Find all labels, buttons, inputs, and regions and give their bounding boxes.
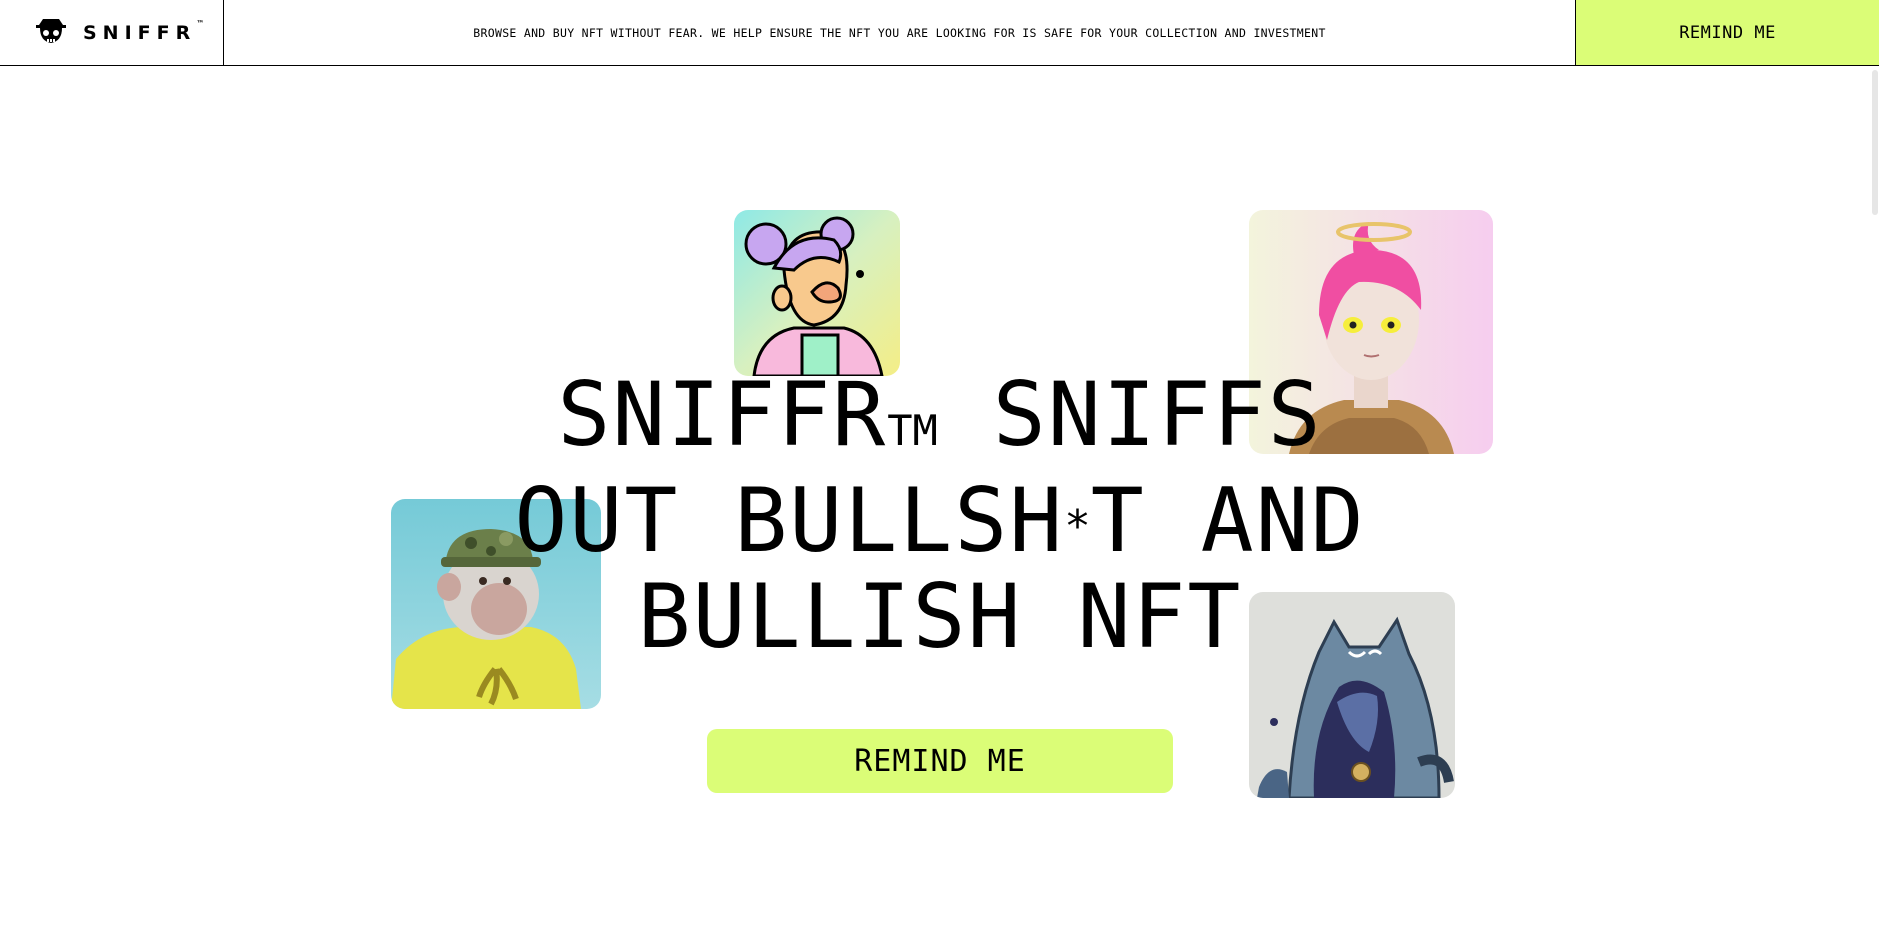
header-remind-me-button[interactable]: REMIND ME: [1575, 0, 1879, 65]
masked-skull-icon: [35, 16, 67, 50]
hero-line-1: SNIFFRTM SNIFFS: [557, 363, 1323, 466]
nft-cartoon-lilac-hair: [734, 210, 900, 376]
scrollbar-thumb[interactable]: [1872, 70, 1878, 215]
hero-line-3: BULLISH NFT: [637, 565, 1243, 669]
hero-line-2: OUT BULLSH*T AND: [514, 469, 1366, 572]
logo[interactable]: SNIFFR™: [0, 0, 224, 65]
hero-remind-me-button[interactable]: REMIND ME: [707, 729, 1173, 793]
asterisk-mark: *: [1064, 501, 1091, 553]
trademark-mark: TM: [887, 406, 938, 455]
tagline: BROWSE AND BUY NFT WITHOUT FEAR. WE HELP…: [473, 25, 1326, 40]
hero-headline: SNIFFRTM SNIFFS OUT BULLSH*T AND BULLISH…: [440, 370, 1440, 662]
logo-wordmark: SNIFFR™: [83, 18, 205, 44]
top-bar: SNIFFR™ BROWSE AND BUY NFT WITHOUT FEAR.…: [0, 0, 1879, 66]
